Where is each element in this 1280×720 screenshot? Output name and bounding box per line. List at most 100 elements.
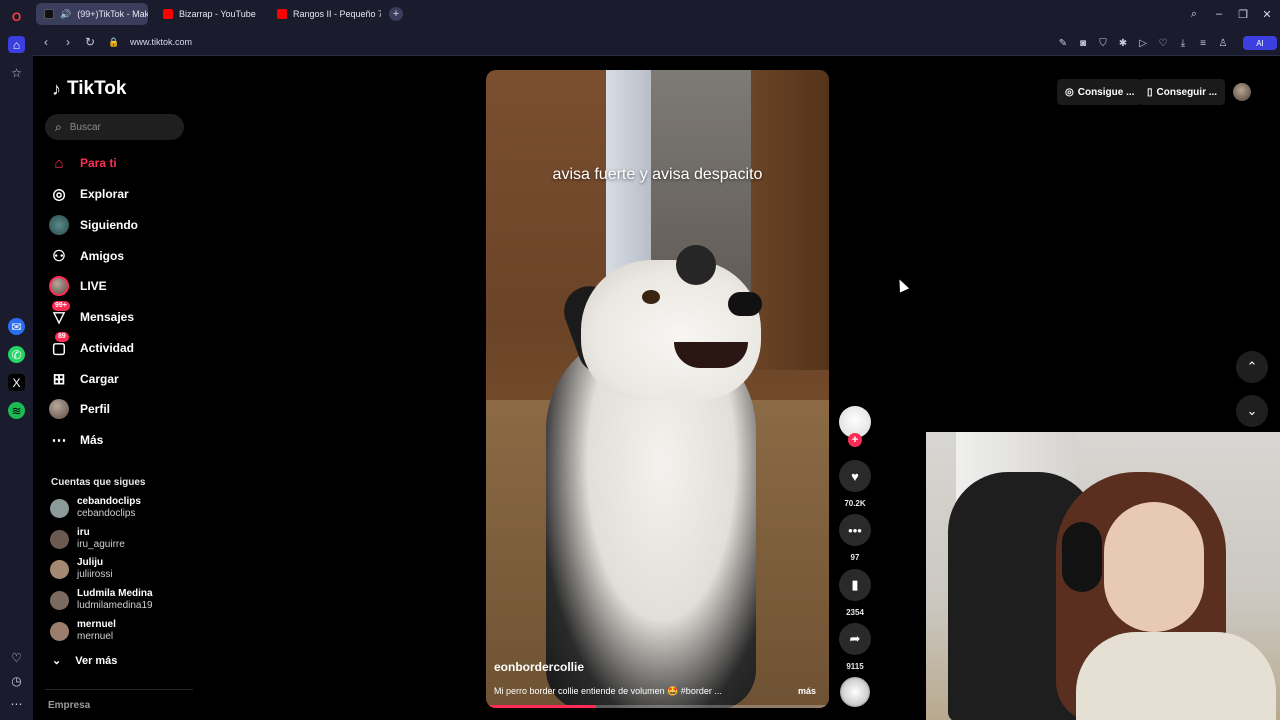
account-handle: iru_aguirre xyxy=(77,539,125,550)
tiktok-logo[interactable]: ♪ TikTok xyxy=(52,78,126,100)
download-icon[interactable]: ⤓ xyxy=(1176,36,1190,50)
minimize-icon[interactable]: – xyxy=(1211,6,1227,22)
more-rail-icon[interactable]: ⋯ xyxy=(8,695,25,712)
tab-bizarrap[interactable]: Bizarrap - YouTube xyxy=(155,3,267,25)
messenger-icon[interactable]: ✉ xyxy=(8,318,25,335)
nav-mas[interactable]: ⋯ Más xyxy=(48,427,198,453)
following-item[interactable]: Ludmila Medina ludmilamedina19 xyxy=(50,586,200,614)
back-icon[interactable]: ‹ xyxy=(38,34,54,50)
tab-search-icon[interactable]: ⌕ xyxy=(1186,6,1202,22)
reload-icon[interactable]: ↻ xyxy=(82,34,98,50)
history-icon[interactable]: ◷ xyxy=(8,672,25,689)
account-handle: cebandoclips xyxy=(77,508,136,519)
music-disc[interactable] xyxy=(840,677,870,707)
get-app-label: Conseguir ... xyxy=(1156,86,1218,98)
tab-tiktok[interactable]: 🔊 (99+)TikTok - Make Y xyxy=(36,3,148,25)
nav-label: Cargar xyxy=(80,372,119,386)
video-scene xyxy=(751,70,829,370)
footer-link[interactable]: Empresa xyxy=(48,700,90,711)
speaker-icon[interactable]: 🔊 xyxy=(60,9,71,20)
previous-video-button[interactable]: ⌃ xyxy=(1236,351,1268,383)
nav-amigos[interactable]: ⚇ Amigos xyxy=(48,243,198,269)
save-button[interactable]: ▮ 2354 xyxy=(839,569,871,617)
following-item[interactable]: mernuel mernuel xyxy=(50,617,200,645)
more-button[interactable]: más xyxy=(798,686,816,696)
video-progress-bar[interactable] xyxy=(486,705,829,708)
get-coins-button[interactable]: ◎ Consigue ... xyxy=(1057,79,1143,105)
account-name: mernuel xyxy=(77,619,116,630)
nav-mensajes[interactable]: ▽ 99+ Mensajes xyxy=(48,301,198,330)
edit-icon[interactable]: ✎ xyxy=(1056,36,1070,50)
dog-figure xyxy=(728,292,762,316)
heart-icon: ♥ xyxy=(839,460,871,492)
nav-para-ti[interactable]: ⌂ Para ti xyxy=(48,150,198,176)
see-more-button[interactable]: ⌄ Ver más xyxy=(52,654,118,668)
tab-label: Rangos II - Pequeño 77 ft. C xyxy=(293,9,381,19)
tiktok-note-icon: ♪ xyxy=(52,78,61,99)
nav-explorar[interactable]: ◎ Explorar xyxy=(48,181,198,207)
avatar xyxy=(50,529,69,549)
webcam-person xyxy=(1076,632,1276,720)
brand-name: TikTok xyxy=(67,78,127,99)
address-bar: ‹ › ↻ 🔒 www.tiktok.com ✎ ◙ ⛉ ✱ ▷ ♡ ⤓ ≡ ♙… xyxy=(33,28,1280,56)
video-player[interactable]: avisa fuerte y avisa despacito eonborder… xyxy=(486,70,829,708)
following-item[interactable]: Juliju juliirossi xyxy=(50,555,200,583)
nav-cargar[interactable]: ⊞ Cargar xyxy=(48,366,198,392)
next-video-button[interactable]: ⌄ xyxy=(1236,395,1268,427)
follow-plus-icon[interactable]: + xyxy=(848,433,862,447)
chevron-up-icon: ⌃ xyxy=(1246,359,1258,374)
whatsapp-icon[interactable]: ✆ xyxy=(8,346,25,363)
account-name: cebandoclips xyxy=(77,496,141,507)
upload-icon: ⊞ xyxy=(52,371,66,388)
heart-icon[interactable]: ♡ xyxy=(1156,36,1170,50)
tab-rangos[interactable]: Rangos II - Pequeño 77 ft. C xyxy=(269,3,381,25)
opera-logo-icon[interactable]: O xyxy=(8,8,25,25)
avatar xyxy=(50,590,69,610)
nav-siguiendo[interactable]: Siguiendo xyxy=(48,212,198,238)
search-box[interactable]: ⌕ xyxy=(45,114,184,140)
extension-icon[interactable]: ✱ xyxy=(1116,36,1130,50)
comment-button[interactable]: ••• 97 xyxy=(839,514,871,562)
star-rail-icon[interactable]: ☆ xyxy=(8,64,25,81)
search-input[interactable] xyxy=(69,121,170,133)
nav-actividad[interactable]: ▢ 89 Actividad xyxy=(48,332,198,361)
nav-label: Perfil xyxy=(80,402,111,416)
compass-icon: ◎ xyxy=(52,186,66,203)
nav-label: Actividad xyxy=(80,341,135,355)
ai-label: AI xyxy=(1256,38,1264,48)
like-button[interactable]: ♥ 70.2K xyxy=(839,460,871,508)
shield-icon[interactable]: ⛉ xyxy=(1096,36,1110,50)
messages-badge: 99+ xyxy=(52,301,70,311)
ai-button[interactable]: AI xyxy=(1243,36,1277,50)
browser-sidebar: O ⌂ ☆ ✉ ✆ X ≋ ♡ ◷ ⋯ xyxy=(0,0,33,720)
heart-rail-icon[interactable]: ♡ xyxy=(8,649,25,666)
nav-label: Más xyxy=(80,433,104,447)
new-tab-plus-icon[interactable]: + xyxy=(389,7,403,21)
spotify-icon[interactable]: ≋ xyxy=(8,402,25,419)
profile-avatar[interactable] xyxy=(1233,83,1251,101)
home-rail-icon[interactable]: ⌂ xyxy=(8,36,25,53)
following-item[interactable]: cebandoclips cebandoclips xyxy=(50,494,200,522)
more-icon: ⋯ xyxy=(51,432,67,449)
camera-icon[interactable]: ◙ xyxy=(1076,36,1090,50)
url-field[interactable]: www.tiktok.com xyxy=(130,37,192,47)
menu-icon[interactable]: ≡ xyxy=(1196,36,1210,50)
chevron-down-icon: ⌄ xyxy=(52,655,62,667)
forward-icon[interactable]: › xyxy=(60,34,76,50)
youtube-favicon-icon xyxy=(277,9,287,19)
x-twitter-icon[interactable]: X xyxy=(8,374,25,391)
webcam-person xyxy=(1104,502,1204,632)
account-icon[interactable]: ♙ xyxy=(1216,36,1230,50)
following-item[interactable]: iru iru_aguirre xyxy=(50,525,200,553)
restore-icon[interactable]: ❐ xyxy=(1235,6,1251,22)
share-button[interactable]: ➦ 9115 xyxy=(839,623,871,671)
profile-avatar-icon xyxy=(48,398,70,420)
video-author[interactable]: eonbordercollie xyxy=(494,660,584,674)
messages-icon: ▽ 99+ xyxy=(48,301,70,328)
nav-perfil[interactable]: Perfil xyxy=(48,396,198,422)
get-app-button[interactable]: ▯ Conseguir ... xyxy=(1139,79,1226,105)
nav-live[interactable]: LIVE xyxy=(48,273,198,299)
play-icon[interactable]: ▷ xyxy=(1136,36,1150,50)
see-more-label: Ver más xyxy=(75,654,118,667)
close-window-icon[interactable]: ✕ xyxy=(1259,6,1275,22)
